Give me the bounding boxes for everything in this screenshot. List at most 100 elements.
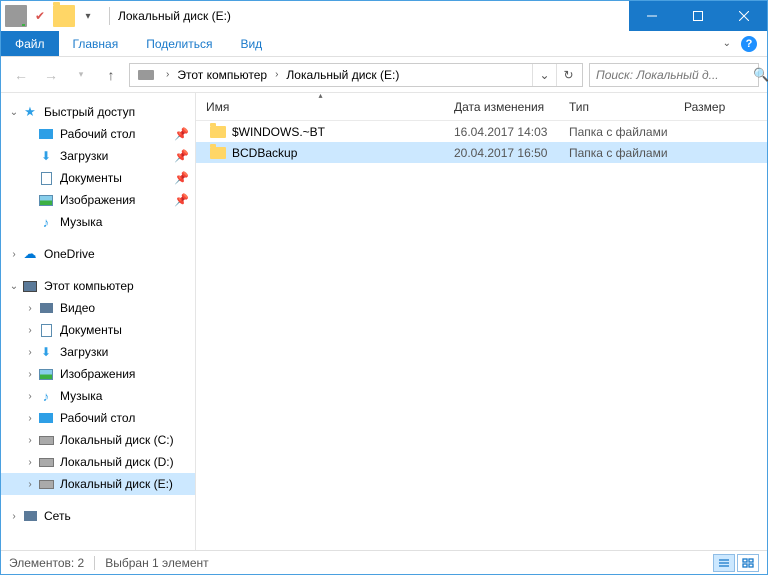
nav-label: Видео [60, 301, 95, 315]
drive-icon [37, 476, 55, 492]
address-dropdown[interactable]: ⌄ [532, 64, 556, 86]
expand-ribbon-icon[interactable]: ⌄ [723, 38, 731, 49]
tab-file[interactable]: Файл [1, 31, 59, 56]
drive-icon [37, 454, 55, 470]
nav-documents-pc[interactable]: ›Документы [1, 319, 195, 341]
pictures-icon [37, 366, 55, 382]
close-button[interactable] [721, 1, 767, 31]
nav-music[interactable]: ♪ Музыка [1, 211, 195, 233]
nav-label: Музыка [60, 215, 102, 229]
back-button[interactable]: ← [9, 63, 33, 87]
column-headers: ▴Имя Дата изменения Тип Размер [196, 93, 767, 121]
onedrive-icon: ☁ [21, 246, 39, 262]
column-date[interactable]: Дата изменения [446, 93, 561, 120]
star-icon: ★ [21, 104, 39, 120]
downloads-icon: ⬇ [37, 344, 55, 360]
nav-pictures-pc[interactable]: ›Изображения [1, 363, 195, 385]
nav-pictures[interactable]: Изображения 📌 [1, 189, 195, 211]
forward-button[interactable]: → [39, 63, 63, 87]
nav-downloads-pc[interactable]: ›⬇Загрузки [1, 341, 195, 363]
navigation-bar: ← → ▾ ↑ › Этот компьютер › Локальный дис… [1, 57, 767, 93]
sort-asc-icon: ▴ [318, 93, 322, 100]
network-icon [21, 508, 39, 524]
recent-dropdown[interactable]: ▾ [69, 63, 93, 87]
nav-quick-access[interactable]: ⌄ ★ Быстрый доступ [1, 101, 195, 123]
up-button[interactable]: ↑ [99, 63, 123, 87]
file-name: $WINDOWS.~BT [232, 125, 325, 139]
nav-label: Локальный диск (D:) [60, 455, 174, 469]
music-icon: ♪ [37, 214, 55, 230]
file-date: 16.04.2017 14:03 [446, 125, 561, 139]
nav-label: Загрузки [60, 345, 108, 359]
column-size[interactable]: Размер [676, 93, 746, 120]
help-icon[interactable]: ? [741, 36, 757, 52]
quick-access-toolbar: ✔ ▾ [1, 5, 103, 27]
nav-this-pc[interactable]: ⌄Этот компьютер [1, 275, 195, 297]
list-item[interactable]: $WINDOWS.~BT 16.04.2017 14:03 Папка с фа… [196, 121, 767, 142]
nav-music-pc[interactable]: ›♪Музыка [1, 385, 195, 407]
nav-label: Загрузки [60, 149, 108, 163]
nav-label: Быстрый доступ [44, 105, 135, 119]
search-box[interactable]: 🔍 [589, 63, 759, 87]
refresh-button[interactable]: ↻ [556, 64, 580, 86]
nav-desktop[interactable]: Рабочий стол📌 [1, 123, 195, 145]
folder-icon [210, 126, 226, 138]
nav-video[interactable]: ›Видео [1, 297, 195, 319]
nav-label: Изображения [60, 193, 135, 207]
nav-label: Локальный диск (C:) [60, 433, 174, 447]
file-type: Папка с файлами [561, 125, 676, 139]
desktop-icon [37, 410, 55, 426]
status-bar: Элементов: 2 Выбран 1 элемент [1, 550, 767, 574]
qat-dropdown[interactable]: ▾ [77, 5, 99, 27]
breadcrumb-drive[interactable]: Локальный диск (E:) [280, 64, 405, 86]
nav-label: Документы [60, 171, 122, 185]
column-type[interactable]: Тип [561, 93, 676, 120]
chevron-right-icon[interactable]: › [273, 69, 280, 80]
search-input[interactable] [596, 68, 753, 82]
separator [109, 7, 110, 25]
nav-downloads[interactable]: ⬇ Загрузки 📌 [1, 145, 195, 167]
titlebar: ✔ ▾ Локальный диск (E:) [1, 1, 767, 31]
column-name[interactable]: ▴Имя [196, 93, 446, 120]
file-list: $WINDOWS.~BT 16.04.2017 14:03 Папка с фа… [196, 121, 767, 550]
pin-icon: 📌 [174, 193, 189, 207]
documents-icon [37, 170, 55, 186]
view-thumbnails-button[interactable] [737, 554, 759, 572]
minimize-button[interactable] [629, 1, 675, 31]
breadcrumb-pc[interactable]: Этот компьютер [171, 64, 273, 86]
maximize-button[interactable] [675, 1, 721, 31]
status-item-count: Элементов: 2 [9, 556, 84, 570]
chevron-down-icon[interactable]: ⌄ [7, 107, 21, 118]
downloads-icon: ⬇ [37, 148, 55, 164]
nav-label: OneDrive [44, 247, 95, 261]
chevron-right-icon[interactable]: › [164, 69, 171, 80]
nav-drive-e[interactable]: ›Локальный диск (E:) [1, 473, 195, 495]
checkmark-icon[interactable]: ✔ [29, 5, 51, 27]
video-icon [37, 300, 55, 316]
nav-drive-d[interactable]: ›Локальный диск (D:) [1, 451, 195, 473]
chevron-down-icon[interactable]: ⌄ [7, 281, 21, 292]
list-item[interactable]: BCDBackup 20.04.2017 16:50 Папка с файла… [196, 142, 767, 163]
address-bar[interactable]: › Этот компьютер › Локальный диск (E:) ⌄… [129, 63, 583, 87]
folder-icon[interactable] [53, 5, 75, 27]
drive-icon [5, 5, 27, 27]
tab-view[interactable]: Вид [226, 31, 276, 56]
file-name: BCDBackup [232, 146, 297, 160]
view-details-button[interactable] [713, 554, 735, 572]
tab-share[interactable]: Поделиться [132, 31, 226, 56]
tab-home[interactable]: Главная [59, 31, 133, 56]
nav-drive-c[interactable]: ›Локальный диск (C:) [1, 429, 195, 451]
ribbon-tabs: Файл Главная Поделиться Вид ⌄ ? [1, 31, 767, 56]
search-icon[interactable]: 🔍 [753, 67, 768, 83]
nav-network[interactable]: ›Сеть [1, 505, 195, 527]
file-type: Папка с файлами [561, 146, 676, 160]
nav-documents[interactable]: Документы📌 [1, 167, 195, 189]
nav-label: Изображения [60, 367, 135, 381]
pin-icon: 📌 [174, 149, 189, 163]
chevron-right-icon[interactable]: › [7, 249, 21, 260]
folder-icon [210, 147, 226, 159]
window-buttons [629, 1, 767, 31]
navigation-pane: ⌄ ★ Быстрый доступ Рабочий стол📌 ⬇ Загруз… [1, 93, 196, 550]
nav-desktop-pc[interactable]: ›Рабочий стол [1, 407, 195, 429]
nav-onedrive[interactable]: ›☁ OneDrive [1, 243, 195, 265]
